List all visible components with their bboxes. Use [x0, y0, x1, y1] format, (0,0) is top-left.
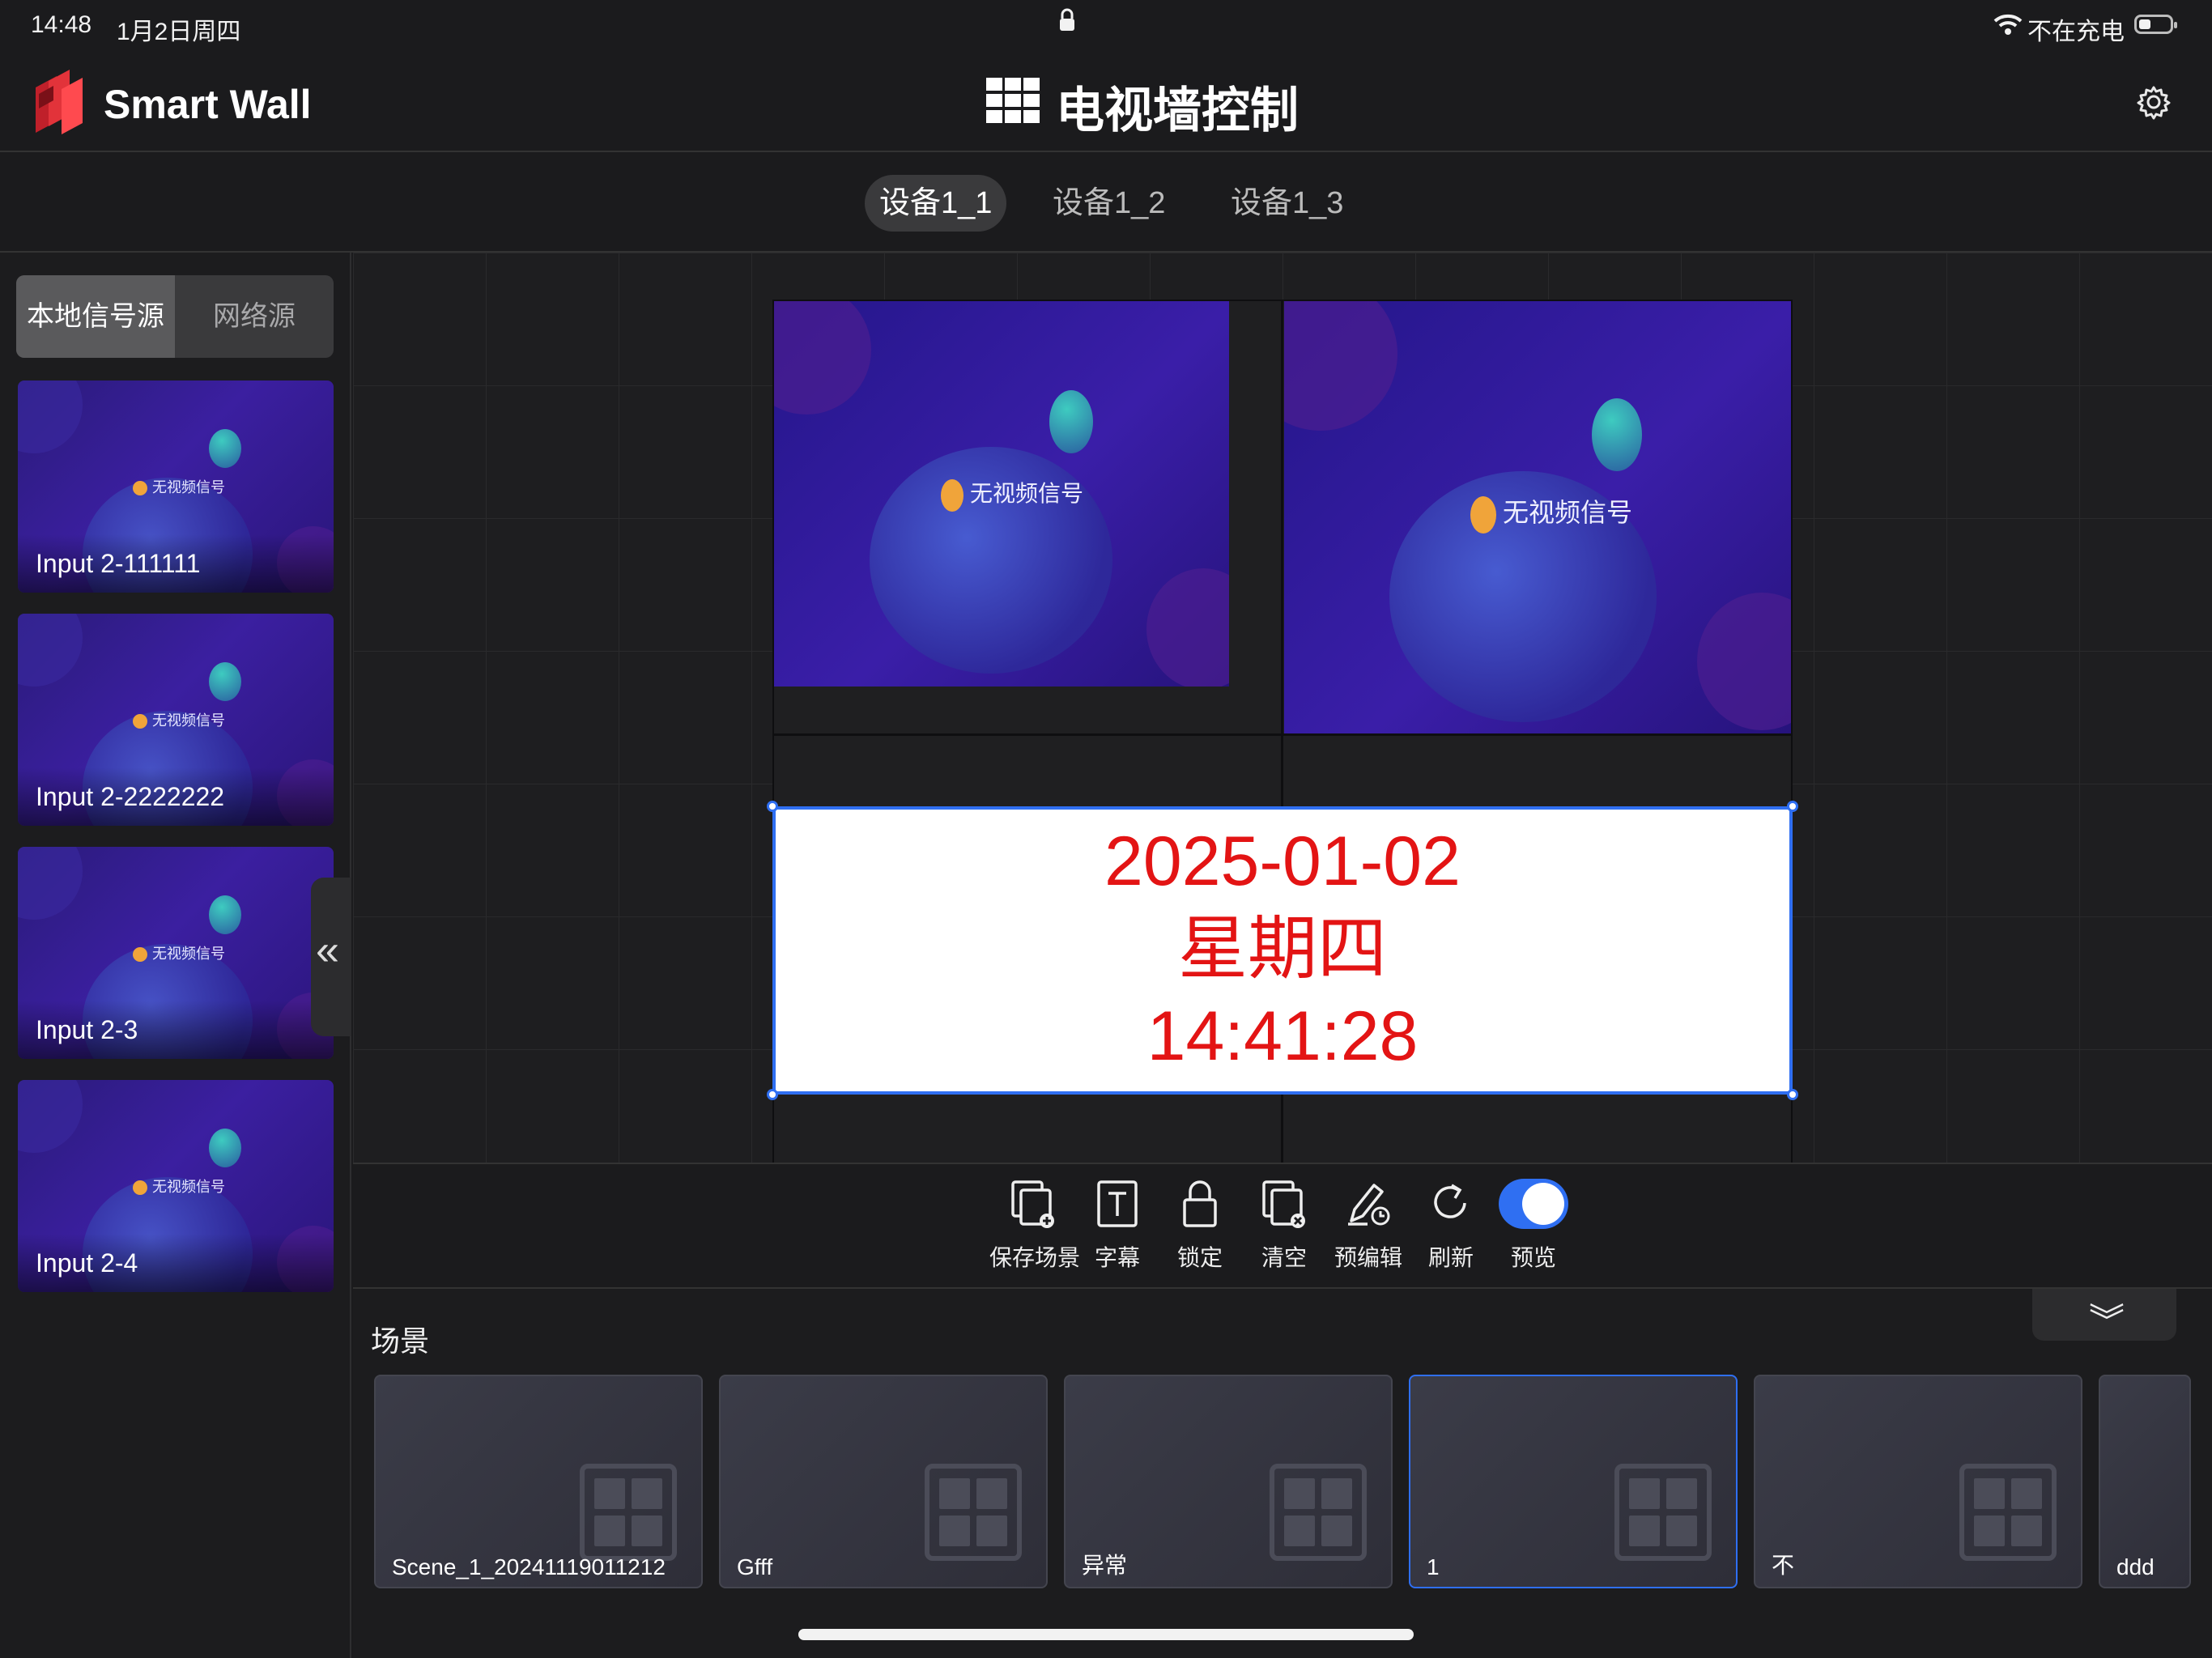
lock-status-icon [1060, 8, 1074, 31]
pre-edit-button[interactable]: 预编辑 [1325, 1179, 1412, 1286]
refresh-icon [1434, 1184, 1466, 1218]
edit-pen-icon [1348, 1184, 1390, 1226]
scene-section-title: 场景 [371, 1324, 430, 1358]
lock-icon [1183, 1180, 1217, 1227]
video-window[interactable]: 无视频信号 [774, 301, 1229, 687]
preview-switch[interactable] [1499, 1179, 1568, 1229]
source-thumbnail[interactable]: 无视频信号 Input 2-4 [18, 1080, 334, 1292]
no-signal-indicator: 无视频信号 [133, 942, 225, 963]
save-scene-icon [1011, 1180, 1054, 1228]
source-panel: 本地信号源 网络源 无视频信号 Input 2-111111 无视频信号 Inp… [0, 253, 351, 1658]
video-window[interactable]: 无视频信号 [1284, 301, 1791, 733]
source-label: Input 2-2222222 [18, 767, 334, 826]
double-chevron-down-icon: ︾ [2089, 1302, 2125, 1341]
status-date: 1月2日周四 [117, 19, 241, 45]
warning-icon [133, 1180, 147, 1196]
warning-icon [941, 478, 963, 512]
app-header: Smart Wall 电视墙控制 [0, 50, 2212, 152]
clock-time: 14:41:28 [1146, 997, 1419, 1075]
no-signal-indicator: 无视频信号 [1470, 492, 1632, 534]
lock-button[interactable]: 锁定 [1156, 1179, 1244, 1286]
scene-name: 异常 [1082, 1553, 1128, 1578]
preview-toggle[interactable]: 预览 [1490, 1179, 1577, 1286]
source-type-segmented-control: 本地信号源 网络源 [16, 275, 334, 358]
no-signal-indicator: 无视频信号 [133, 476, 225, 497]
text-icon [1097, 1180, 1138, 1227]
scene-grid-icon [1614, 1464, 1712, 1561]
resize-handle[interactable] [767, 801, 778, 812]
scene-grid-icon [1959, 1464, 2057, 1561]
scene-card[interactable]: Gfff [719, 1375, 1048, 1588]
warning-icon [133, 947, 147, 963]
scene-name: Gfff [737, 1554, 773, 1579]
clear-button[interactable]: 清空 [1240, 1179, 1328, 1286]
app-name: Smart Wall [104, 82, 312, 127]
clock-date: 2025-01-02 [1104, 823, 1461, 900]
scene-name: 1 [1427, 1554, 1440, 1579]
double-chevron-left-icon: « [316, 927, 339, 974]
source-label: Input 2-4 [18, 1234, 334, 1292]
wall-toolbar: 保存场景 字幕 锁定 清空 预编辑 刷新 预览 [353, 1163, 2212, 1289]
subtitle-button[interactable]: 字幕 [1074, 1179, 1161, 1286]
scene-name: Scene_1_20241119011212 [392, 1554, 666, 1579]
refresh-button[interactable]: 刷新 [1407, 1179, 1495, 1286]
no-signal-indicator: 无视频信号 [941, 476, 1083, 512]
no-signal-indicator: 无视频信号 [133, 1175, 225, 1197]
home-indicator[interactable] [798, 1629, 1414, 1640]
smart-wall-logo-icon [36, 70, 83, 134]
resize-handle[interactable] [1787, 801, 1798, 812]
scene-card-selected[interactable]: 1 [1409, 1375, 1738, 1588]
collapse-scenes-button[interactable]: ︾ [2032, 1289, 2176, 1341]
warning-icon [133, 714, 147, 729]
tab-device-1-1[interactable]: 设备1_1 [865, 175, 1007, 232]
scene-panel: 场景 ︾ Scene_1_20241119011212 Gfff 异常 1 不 … [353, 1289, 2212, 1658]
collapse-panel-button[interactable]: « [311, 878, 351, 1036]
page-title: 电视墙控制 [1056, 83, 1299, 138]
battery-icon [2134, 15, 2177, 34]
tab-device-1-2[interactable]: 设备1_2 [1038, 175, 1180, 232]
local-source-tab[interactable]: 本地信号源 [16, 275, 175, 358]
source-label: Input 2-3 [18, 1001, 334, 1059]
device-tab-bar: 设备1_1 设备1_2 设备1_3 [0, 152, 2212, 253]
network-source-tab[interactable]: 网络源 [175, 275, 334, 358]
source-label: Input 2-111111 [18, 534, 334, 593]
video-wall-grid-icon [986, 78, 1040, 123]
scene-grid-icon [580, 1464, 677, 1561]
warning-icon [133, 481, 147, 496]
scene-name: 不 [1772, 1553, 1795, 1578]
charging-status: 不在充电 [2027, 19, 2125, 45]
save-scene-button[interactable]: 保存场景 [989, 1179, 1080, 1286]
source-thumbnail[interactable]: 无视频信号 Input 2-111111 [18, 380, 334, 593]
resize-handle[interactable] [767, 1089, 778, 1100]
scene-card[interactable]: ddd [2099, 1375, 2191, 1588]
scene-grid-icon [925, 1464, 1022, 1561]
clock-subtitle-window[interactable]: 2025-01-02 星期四 14:41:28 [772, 806, 1793, 1095]
clock-weekday: 星期四 [1178, 910, 1387, 988]
scene-card[interactable]: 异常 [1064, 1375, 1393, 1588]
gear-icon[interactable] [2136, 84, 2172, 120]
scene-card[interactable]: Scene_1_20241119011212 [374, 1375, 703, 1588]
tab-device-1-3[interactable]: 设备1_3 [1216, 175, 1358, 232]
status-bar: 14:48 1月2日周四 不在充电 [0, 0, 2212, 50]
wifi-icon [1993, 14, 2023, 35]
resize-handle[interactable] [1787, 1089, 1798, 1100]
scene-card[interactable]: 不 [1754, 1375, 2082, 1588]
scene-name: ddd [2116, 1554, 2155, 1579]
source-thumbnail[interactable]: 无视频信号 Input 2-3 [18, 847, 334, 1059]
clear-icon [1262, 1180, 1305, 1228]
scene-grid-icon [1270, 1464, 1367, 1561]
screen-divider [772, 733, 1793, 736]
no-signal-indicator: 无视频信号 [133, 709, 225, 730]
source-thumbnail[interactable]: 无视频信号 Input 2-2222222 [18, 614, 334, 826]
warning-icon [1470, 495, 1496, 534]
status-time: 14:48 [31, 11, 92, 38]
